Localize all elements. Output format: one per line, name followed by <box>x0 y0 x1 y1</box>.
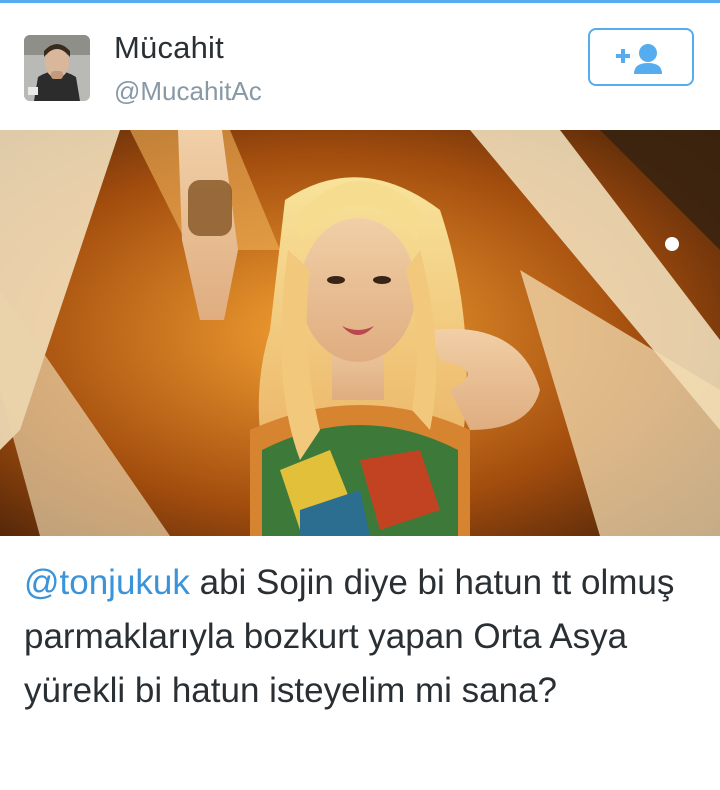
performer-photo <box>0 130 720 536</box>
tweet-media-photo[interactable] <box>0 130 720 536</box>
display-name[interactable]: Mücahit <box>114 30 224 66</box>
follow-user-plus-icon <box>616 44 662 74</box>
screen-name[interactable]: @MucahitAc <box>114 76 262 107</box>
avatar-photo <box>24 35 90 101</box>
mention-link[interactable]: @tonjukuk <box>24 563 190 602</box>
tweet-header: Mücahit @MucahitAc <box>0 3 720 130</box>
avatar[interactable] <box>24 35 90 101</box>
tweet-text: @tonjukuk abi Sojin diye bi hatun tt olm… <box>24 556 696 718</box>
follow-button[interactable] <box>588 28 694 86</box>
